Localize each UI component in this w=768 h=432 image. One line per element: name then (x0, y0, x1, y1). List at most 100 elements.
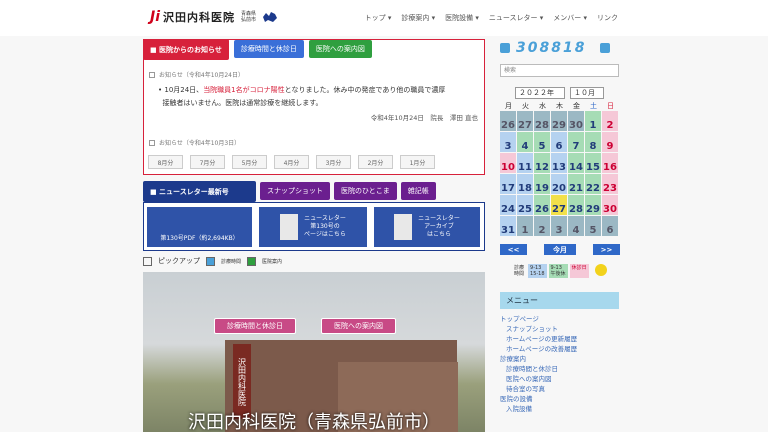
pickup-guide[interactable]: 医院案内 (262, 258, 282, 265)
calendar-day[interactable]: 22 (585, 174, 601, 194)
calendar-day[interactable]: 18 (517, 174, 533, 194)
calendar-day[interactable]: 30 (568, 111, 584, 131)
calendar-icon[interactable] (206, 256, 215, 266)
calendar-day[interactable]: 9 (602, 132, 618, 152)
newsletter-archive-button[interactable]: ニュースレター アーカイブ はこちら (374, 207, 480, 247)
menu-item[interactable]: 入院設備 (500, 404, 577, 414)
calendar-day[interactable]: 29 (551, 111, 567, 131)
calendar-day[interactable]: 6 (551, 132, 567, 152)
menu-item[interactable]: 医院の設備 (500, 394, 577, 404)
month-button[interactable]: 4月分 (274, 155, 309, 169)
tab-newsletter[interactable]: ■ ニュースレター最新号 (143, 181, 256, 202)
hero-title: 沢田内科医院（青森県弘前市） (188, 412, 440, 432)
calendar-day[interactable]: 6 (602, 216, 618, 236)
calendar-day[interactable]: 24 (500, 195, 516, 215)
calendar-day[interactable]: 4 (568, 216, 584, 236)
current-month-button[interactable]: 今月 (544, 244, 576, 255)
menu-item[interactable]: 待合室の写真 (500, 384, 577, 394)
nav-guide[interactable]: 診療案内 ▾ (401, 13, 435, 23)
month-button[interactable]: 8月分 (148, 155, 183, 169)
month-button[interactable]: 7月分 (190, 155, 225, 169)
site-header: Ji 沢田内科医院 青森県 弘前市 トップ ▾ 診療案内 ▾ 医院設備 ▾ ニュ… (0, 0, 768, 36)
calendar-day[interactable]: 27 (551, 195, 567, 215)
notice-tabs: ■ 医院からのお知らせ 診療時間と休診日 医院への案内図 (143, 39, 372, 60)
nav-top[interactable]: トップ ▾ (365, 13, 392, 23)
menu-item[interactable]: ホームページの改善履歴 (500, 344, 577, 354)
map-icon[interactable] (247, 256, 257, 266)
calendar-day[interactable]: 5 (534, 132, 550, 152)
calendar-day[interactable]: 12 (534, 153, 550, 173)
hero-image: 沢田内科医院 診療時間と休診日 医院への案内図 沢田内科医院（青森県弘前市） (143, 272, 485, 432)
calendar-day[interactable]: 2 (534, 216, 550, 236)
tab-notes[interactable]: 雑記帳 (400, 182, 436, 200)
menu-item[interactable]: 診療時間と休診日 (500, 364, 577, 374)
calendar-day[interactable]: 28 (568, 195, 584, 215)
nav-links[interactable]: リンク (597, 13, 618, 23)
next-month-button[interactable]: >> (593, 244, 620, 255)
tab-notices[interactable]: ■ 医院からのお知らせ (143, 39, 229, 60)
month-button[interactable]: 1月分 (400, 155, 435, 169)
month-button[interactable]: 5月分 (232, 155, 267, 169)
menu-item[interactable]: スナップショット (500, 324, 577, 334)
logo-text: 沢田内科医院 (163, 11, 236, 24)
notice-text-b: となりました。休み中の発症であり他の職員で濃厚 (284, 86, 446, 94)
pickup-hours[interactable]: 診療時間 (221, 258, 241, 265)
menu-item[interactable]: 診療案内 (500, 354, 577, 364)
calendar-day[interactable]: 7 (568, 132, 584, 152)
nav-members[interactable]: メンバー ▾ (553, 13, 587, 23)
notice-item-2-header[interactable]: お知らせ（令和4年10月3日） (149, 138, 240, 147)
menu-item[interactable]: 医院への案内図 (500, 374, 577, 384)
nav-newsletter[interactable]: ニュースレター ▾ (489, 13, 543, 23)
calendar-day[interactable]: 26 (500, 111, 516, 131)
month-button[interactable]: 3月分 (316, 155, 351, 169)
calendar-day[interactable]: 3 (551, 216, 567, 236)
calendar-day[interactable]: 30 (602, 195, 618, 215)
search-input[interactable]: 検索 (500, 64, 619, 77)
calendar-day[interactable]: 3 (500, 132, 516, 152)
calendar-day[interactable]: 21 (568, 174, 584, 194)
tab-snapshot[interactable]: スナップショット (260, 182, 330, 200)
calendar-day[interactable]: 1 (585, 111, 601, 131)
calendar-day[interactable]: 19 (534, 174, 550, 194)
calendar-day[interactable]: 14 (568, 153, 584, 173)
menu-item[interactable]: ホームページの更新履歴 (500, 334, 577, 344)
calendar-day[interactable]: 8 (585, 132, 601, 152)
tab-access[interactable]: 医院への案内図 (308, 40, 372, 58)
year-select[interactable]: ２０２２年 (515, 87, 565, 99)
calendar-day[interactable]: 1 (517, 216, 533, 236)
tab-clinic-moments[interactable]: 医院のひとこま (334, 182, 397, 200)
nav-facility[interactable]: 医院設備 ▾ (445, 13, 479, 23)
calendar-day[interactable]: 13 (551, 153, 567, 173)
calendar-day[interactable]: 31 (500, 216, 516, 236)
calendar-week: 3456789 (500, 132, 620, 153)
calendar-day[interactable]: 23 (602, 174, 618, 194)
menu-item[interactable]: トップページ (500, 314, 577, 324)
site-logo[interactable]: Ji 沢田内科医院 青森県 弘前市 (150, 9, 278, 25)
calendar-day[interactable]: 5 (585, 216, 601, 236)
calendar-legend: 診療 時間 9-13 15-18 9-13 午後休 休診日 (512, 264, 607, 278)
calendar-day[interactable]: 4 (517, 132, 533, 152)
calendar-day[interactable]: 20 (551, 174, 567, 194)
calendar-day[interactable]: 29 (585, 195, 601, 215)
calendar-day[interactable]: 16 (602, 153, 618, 173)
calendar-day[interactable]: 27 (517, 111, 533, 131)
calendar-day[interactable]: 17 (500, 174, 516, 194)
newsletter-page-button[interactable]: ニュースレター 第130号の ページはこちら (259, 207, 367, 247)
calendar-day[interactable]: 25 (517, 195, 533, 215)
calendar-day[interactable]: 10 (500, 153, 516, 173)
newsletter-archive-label: ニュースレター アーカイブ はこちら (418, 215, 460, 238)
hero-access-button[interactable]: 医院への案内図 (321, 318, 396, 334)
month-button[interactable]: 2月分 (358, 155, 393, 169)
calendar-day[interactable]: 26 (534, 195, 550, 215)
tab-hours[interactable]: 診療時間と休診日 (233, 40, 304, 58)
hero-hours-button[interactable]: 診療時間と休診日 (214, 318, 296, 334)
calendar-day[interactable]: 11 (517, 153, 533, 173)
newsletter-pdf-button[interactable]: 第130号PDF（約2,694KB） (147, 207, 252, 247)
prev-month-button[interactable]: << (500, 244, 527, 255)
calendar-day[interactable]: 15 (585, 153, 601, 173)
notice-item-1-header[interactable]: お知らせ（令和4年10月24日） (149, 70, 244, 79)
month-select[interactable]: １０月 (570, 87, 604, 99)
calendar-day[interactable]: 28 (534, 111, 550, 131)
refresh-icon[interactable] (600, 43, 611, 53)
calendar-day[interactable]: 2 (602, 111, 618, 131)
